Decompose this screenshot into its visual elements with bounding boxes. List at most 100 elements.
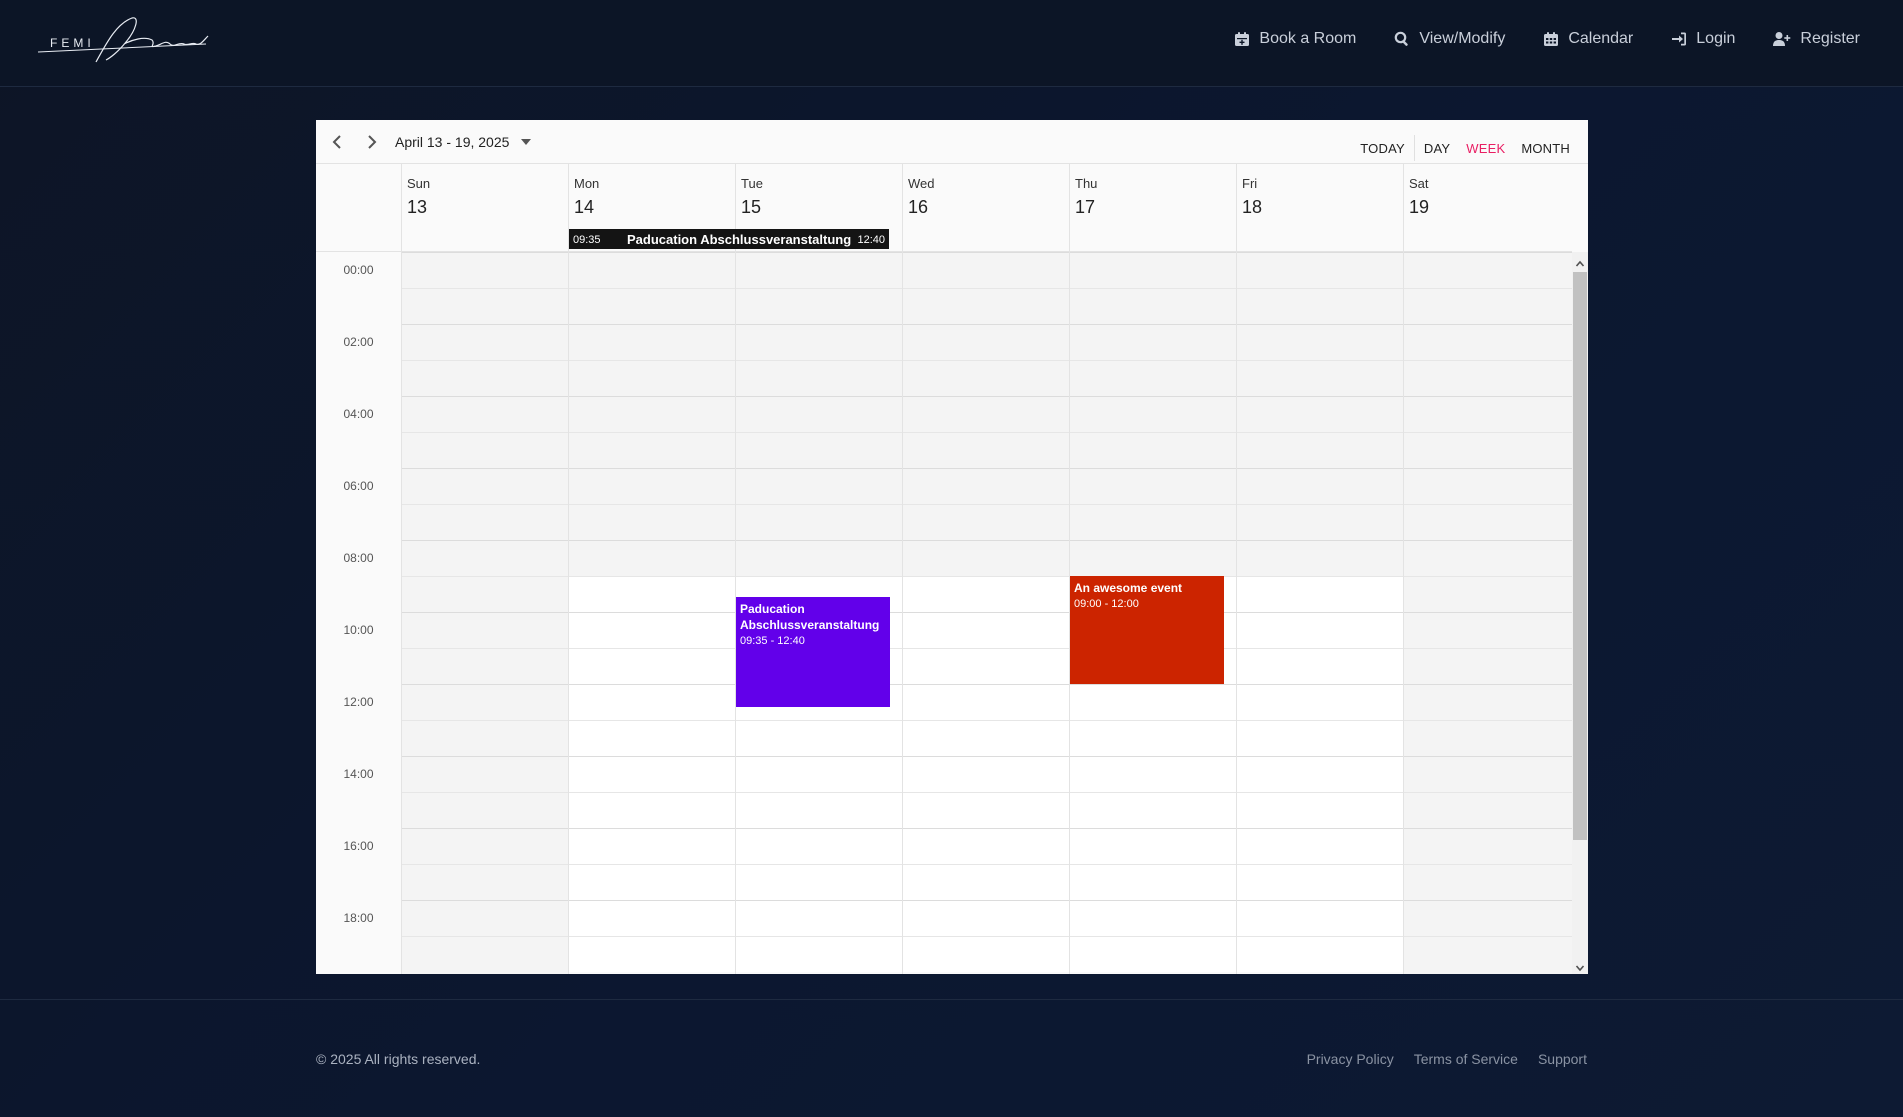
time-label: 16:00 <box>343 839 374 853</box>
day-header-thu[interactable]: Thu 17 <box>1069 164 1236 251</box>
day-number: 15 <box>741 197 762 217</box>
grid-line <box>401 792 1572 793</box>
day-header-fri[interactable]: Fri 18 <box>1236 164 1403 251</box>
grid-line <box>401 936 1572 937</box>
chevron-left-icon <box>332 135 341 149</box>
scroll-up-button[interactable] <box>1575 256 1585 267</box>
terms-of-service-link[interactable]: Terms of Service <box>1414 1051 1518 1067</box>
day-name: Wed <box>908 176 935 191</box>
allday-event-paducation[interactable]: 09:35 Paducation Abschlussveranstaltung … <box>569 229 889 249</box>
time-label: 06:00 <box>343 479 374 493</box>
day-header-sun[interactable]: Sun 13 <box>401 164 568 251</box>
grid-line <box>401 648 1572 649</box>
day-view-button[interactable]: DAY <box>1416 141 1458 156</box>
weekend-shade-sat <box>1403 576 1572 974</box>
event-title: Paducation Abschlussveranstaltung <box>627 232 852 247</box>
caret-down-icon <box>521 139 532 145</box>
column-line <box>1403 252 1404 974</box>
grid-line <box>401 756 1572 757</box>
time-label: 04:00 <box>343 407 374 421</box>
event-time: 09:35 - 12:40 <box>740 635 805 647</box>
next-week-button[interactable] <box>361 132 381 152</box>
support-link[interactable]: Support <box>1538 1051 1587 1067</box>
login-icon <box>1672 32 1687 46</box>
chevron-right-icon <box>368 135 377 149</box>
nav-label: Login <box>1696 30 1736 47</box>
event-awesome-event[interactable]: An awesome event 09:00 - 12:00 <box>1070 576 1224 684</box>
time-label: 08:00 <box>343 551 374 565</box>
column-line <box>1236 252 1237 974</box>
nav-register[interactable]: Register <box>1773 30 1860 48</box>
nav-label: Book a Room <box>1259 30 1357 47</box>
nav-book-a-room[interactable]: Book a Room <box>1234 30 1356 48</box>
event-end-time: 12:40 <box>857 234 885 246</box>
grid-line <box>401 396 1572 397</box>
chevron-down-icon <box>1575 965 1585 972</box>
time-label: 14:00 <box>343 767 374 781</box>
month-view-button[interactable]: MONTH <box>1513 141 1578 156</box>
day-name: Tue <box>741 176 763 191</box>
grid-line <box>401 468 1572 469</box>
grid-line <box>401 828 1572 829</box>
search-icon <box>1395 31 1409 46</box>
today-button[interactable]: TODAY <box>1352 141 1413 156</box>
grid-line <box>401 360 1572 361</box>
site-logo[interactable]: FEMI <box>36 14 216 68</box>
day-name: Fri <box>1242 176 1258 191</box>
event-title: An awesome event <box>1074 581 1183 595</box>
scroll-thumb[interactable] <box>1573 272 1587 840</box>
site-footer: © 2025 All rights reserved. Privacy Poli… <box>0 999 1903 1117</box>
footer-links: Privacy Policy Terms of Service Support <box>1307 1051 1587 1067</box>
day-number: 13 <box>407 197 428 217</box>
event-start-time: 09:35 <box>573 234 601 246</box>
toolbar-divider <box>1413 135 1415 161</box>
day-number: 18 <box>1242 197 1263 217</box>
day-number: 16 <box>908 197 929 217</box>
logo-text: FEMI <box>50 36 95 50</box>
nav-view-modify[interactable]: View/Modify <box>1394 30 1505 48</box>
grid-line <box>401 288 1572 289</box>
week-calendar: April 13 - 19, 2025 TODAY DAY WEEK MONTH… <box>316 120 1588 974</box>
column-line <box>902 252 903 974</box>
grid-line <box>401 900 1572 901</box>
column-line <box>401 252 402 974</box>
time-label: 12:00 <box>343 695 374 709</box>
event-time: 09:00 - 12:00 <box>1074 598 1139 610</box>
column-line <box>568 252 569 974</box>
day-number: 14 <box>574 197 595 217</box>
nav-label: View/Modify <box>1419 30 1506 47</box>
event-title: Paducation Abschlussveranstaltung <box>740 602 880 632</box>
time-label: 00:00 <box>343 263 374 277</box>
grid-line <box>401 324 1572 325</box>
main-nav: Book a Room View/Modify Calendar Login R… <box>1234 30 1860 48</box>
week-view-button[interactable]: WEEK <box>1458 141 1513 156</box>
grid-line <box>401 720 1572 721</box>
calendar-toolbar: April 13 - 19, 2025 TODAY DAY WEEK MONTH <box>316 120 1588 164</box>
time-label: 02:00 <box>343 335 374 349</box>
copyright-text: © 2025 All rights reserved. <box>316 1051 481 1067</box>
date-range-dropdown[interactable]: April 13 - 19, 2025 <box>395 134 532 150</box>
calendar-icon <box>1544 32 1559 46</box>
day-header-wed[interactable]: Wed 16 <box>902 164 1069 251</box>
day-name: Thu <box>1075 176 1098 191</box>
event-paducation[interactable]: Paducation Abschlussveranstaltung 09:35 … <box>736 597 890 707</box>
privacy-policy-link[interactable]: Privacy Policy <box>1307 1051 1394 1067</box>
day-number: 17 <box>1075 197 1096 217</box>
day-name: Mon <box>574 176 600 191</box>
day-header-sat[interactable]: Sat 19 <box>1403 164 1572 251</box>
working-hours-area[interactable] <box>568 576 1403 972</box>
day-name: Sun <box>407 176 431 191</box>
site-header: FEMI Book a Room View/Modify Calendar Lo… <box>0 0 1903 87</box>
calendar-plus-icon <box>1235 32 1250 46</box>
chevron-up-icon <box>1575 260 1585 267</box>
day-name: Sat <box>1409 176 1429 191</box>
off-hours-shade <box>401 252 1572 576</box>
prev-week-button[interactable] <box>328 132 348 152</box>
scroll-down-button[interactable] <box>1575 960 1585 972</box>
time-label: 18:00 <box>343 911 374 925</box>
grid-scrollbar[interactable] <box>1572 252 1588 974</box>
nav-label: Register <box>1800 30 1860 47</box>
date-range-label: April 13 - 19, 2025 <box>395 134 510 150</box>
nav-login[interactable]: Login <box>1671 30 1735 48</box>
nav-calendar[interactable]: Calendar <box>1543 30 1633 48</box>
